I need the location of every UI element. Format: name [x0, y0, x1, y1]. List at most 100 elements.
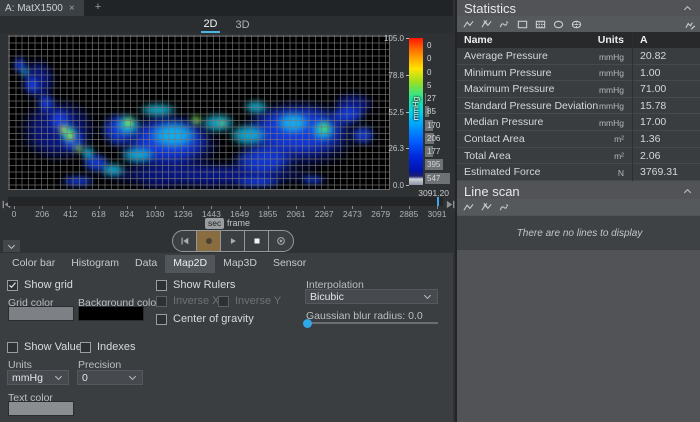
- checkbox-label: Show Values: [24, 341, 87, 353]
- pressure-mapping-app: A: MatX1500 × + 2D 3D 105.078.852.526.30…: [0, 0, 700, 422]
- polyline-tool-icon[interactable]: [463, 202, 474, 213]
- skip-start-button[interactable]: [173, 231, 197, 251]
- text-color-swatch[interactable]: [8, 401, 74, 416]
- document-tab-bar: A: MatX1500 × +: [0, 0, 453, 16]
- loop-button[interactable]: [269, 231, 293, 251]
- histogram-count: 85: [427, 106, 436, 117]
- line-scan-title: Line scan: [464, 184, 520, 199]
- heatmap-grid-overlay: [8, 35, 390, 190]
- indexes-checkbox[interactable]: Indexes: [80, 341, 136, 353]
- show-rulers-checkbox[interactable]: Show Rulers: [156, 279, 235, 291]
- statistics-row: Total Aream²2.06: [457, 148, 700, 165]
- view-2d-button[interactable]: 2D: [201, 17, 219, 33]
- stat-value: 20.82: [640, 50, 666, 62]
- freehand-tool-icon[interactable]: [499, 19, 510, 30]
- column-separator: [632, 164, 633, 181]
- ellipse-tool-icon[interactable]: [553, 19, 564, 30]
- settings-tab-map3d[interactable]: Map3D: [215, 255, 265, 273]
- background-color-swatch[interactable]: [78, 306, 144, 321]
- stat-name: Total Area: [464, 150, 511, 162]
- ellipse-grid-tool-icon[interactable]: [571, 19, 582, 30]
- timeline-playhead[interactable]: [437, 197, 439, 206]
- checkbox-box: [156, 296, 167, 307]
- view-mode-toggle: 2D 3D: [0, 16, 453, 33]
- column-separator: [632, 32, 633, 48]
- stat-name: Contact Area: [464, 133, 525, 145]
- settings-tab-sensor[interactable]: Sensor: [265, 255, 314, 273]
- rectangle-tool-icon[interactable]: [517, 19, 528, 30]
- settings-tab-data[interactable]: Data: [127, 255, 165, 273]
- chevron-down-icon: [422, 291, 433, 302]
- play-button[interactable]: [221, 231, 245, 251]
- line-scan-toolbar: [457, 199, 700, 215]
- stat-units: mmHg: [577, 52, 624, 62]
- statistics-collapse-icon[interactable]: [682, 3, 693, 14]
- histogram-count: 547: [427, 173, 440, 184]
- document-tab-label: A: MatX1500: [5, 3, 63, 14]
- stat-name: Median Pressure: [464, 116, 543, 128]
- histogram-count: 0: [427, 40, 431, 51]
- show-grid-checkbox[interactable]: Show grid: [7, 279, 73, 291]
- gaussian-blur-slider-knob[interactable]: [303, 319, 312, 328]
- polyline-cross-tool-icon[interactable]: [481, 19, 492, 30]
- center-of-gravity-checkbox[interactable]: Center of gravity: [156, 313, 254, 325]
- statistics-toolbar: [457, 16, 700, 32]
- polyline-cross-tool-icon[interactable]: [481, 202, 492, 213]
- checkbox-label: Inverse X: [173, 295, 219, 307]
- checkbox-box: [156, 280, 167, 291]
- edit-lines-tool-icon[interactable]: [685, 19, 696, 30]
- precision-dropdown[interactable]: 0: [77, 370, 143, 385]
- stat-units: mmHg: [577, 118, 624, 128]
- settings-tab-map2d[interactable]: Map2D: [165, 255, 215, 273]
- playback-transport: [172, 230, 294, 252]
- pressure-heatmap[interactable]: [8, 35, 390, 190]
- stop-button[interactable]: [245, 231, 269, 251]
- settings-tab-color-bar[interactable]: Color bar: [4, 255, 63, 273]
- colorbar-tick-label: 0.0: [376, 181, 404, 190]
- stat-units: mmHg: [577, 101, 624, 111]
- statistics-table: Average PressuremmHg20.82Minimum Pressur…: [457, 48, 700, 181]
- stat-units: m²: [577, 134, 624, 144]
- timeline-scrubber[interactable]: [8, 197, 443, 206]
- gaussian-blur-label: Gaussian blur radius: 0.0: [306, 310, 423, 322]
- view-3d-button[interactable]: 3D: [234, 18, 252, 32]
- tab-close-icon[interactable]: ×: [69, 3, 75, 14]
- colorbar-tick-label: 52.5: [376, 108, 404, 117]
- units-dropdown[interactable]: mmHg: [7, 370, 69, 385]
- inverse-x-checkbox[interactable]: Inverse X: [156, 295, 219, 307]
- freehand-tool-icon[interactable]: [499, 202, 510, 213]
- stat-value: 71.00: [640, 83, 666, 95]
- histogram-count: 206: [427, 133, 440, 144]
- line-scan-empty-message: There are no lines to display: [457, 216, 700, 250]
- stat-value: 2.06: [640, 150, 660, 162]
- stat-name: Estimated Force: [464, 166, 540, 178]
- stat-value: 17.00: [640, 116, 666, 128]
- checkbox-label: Center of gravity: [173, 313, 254, 325]
- inverse-y-checkbox[interactable]: Inverse Y: [218, 295, 281, 307]
- interpolation-dropdown[interactable]: Bicubic: [305, 289, 438, 304]
- stat-value: 3769.31: [640, 166, 678, 178]
- polyline-tool-icon[interactable]: [463, 19, 474, 30]
- statistics-title: Statistics: [464, 1, 516, 16]
- stat-units: N: [577, 168, 624, 178]
- stat-value: 1.00: [640, 67, 660, 79]
- settings-collapse-button[interactable]: [3, 240, 20, 252]
- rectangle-grid-tool-icon[interactable]: [535, 19, 546, 30]
- statistics-row: Minimum PressuremmHg1.00: [457, 65, 700, 82]
- unit-sec-toggle[interactable]: sec: [205, 218, 224, 229]
- gaussian-blur-slider[interactable]: [305, 322, 438, 324]
- histogram-count: 27: [427, 93, 436, 104]
- histogram-bar: [425, 93, 426, 104]
- colorbar-tick-mark: [406, 185, 409, 186]
- document-tab[interactable]: A: MatX1500 ×: [0, 0, 84, 16]
- add-tab-button[interactable]: +: [90, 0, 106, 16]
- grid-color-swatch[interactable]: [8, 306, 74, 321]
- map-view-region: A: MatX1500 × + 2D 3D 105.078.852.526.30…: [0, 0, 453, 422]
- chevron-down-icon: [53, 372, 64, 383]
- settings-panel: Color barHistogramDataMap2DMap3DSensor S…: [0, 253, 453, 422]
- line-scan-collapse-icon[interactable]: [682, 186, 693, 197]
- settings-tab-histogram[interactable]: Histogram: [63, 255, 127, 273]
- show-values-checkbox[interactable]: Show Values: [7, 341, 87, 353]
- record-button[interactable]: [197, 231, 221, 251]
- unit-frame-toggle[interactable]: frame: [227, 218, 250, 228]
